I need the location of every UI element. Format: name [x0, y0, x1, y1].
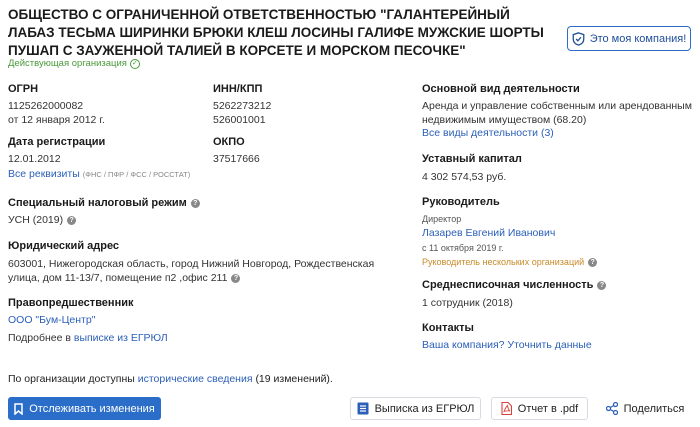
document-list-icon	[357, 402, 369, 415]
history-note: По организации доступны исторические све…	[8, 373, 333, 385]
main-activity-text: Аренда и управление собственным или арен…	[422, 99, 692, 127]
inn-kpp-label: ИНН/КПП	[213, 83, 263, 95]
pdf-icon	[501, 402, 512, 415]
my-company-label: Это моя компания!	[589, 32, 687, 45]
history-suffix: (19 изменений).	[255, 373, 333, 385]
info-icon[interactable]: ?	[190, 198, 200, 208]
share-label: Поделиться	[623, 402, 685, 415]
update-data-link[interactable]: Ваша компания? Уточнить данные	[422, 339, 592, 351]
predecessor-more: Подробнее в выписке из ЕГРЮЛ	[8, 331, 168, 345]
my-company-button[interactable]: Это моя компания!	[567, 26, 691, 51]
info-icon[interactable]: ?	[67, 215, 77, 225]
track-changes-label: Отслеживать изменения	[29, 402, 155, 415]
tax-regime-label-text: Специальный налоговый режим	[8, 197, 187, 209]
ogrn-value: 1125262000082	[8, 100, 84, 112]
capital-label: Уставный капитал	[422, 153, 522, 165]
employees-label: Среднесписочная численность?	[422, 279, 607, 291]
info-icon[interactable]: ?	[588, 258, 598, 268]
predecessor-more-prefix: Подробнее в	[8, 332, 71, 344]
head-name-link[interactable]: Лазарев Евгений Иванович	[422, 227, 555, 239]
egrul-extract-button[interactable]: Выписка из ЕГРЮЛ	[350, 397, 481, 420]
inn-value: 5262273212	[213, 100, 272, 112]
okpo-value: 37517666	[213, 153, 260, 165]
bookmark-icon	[14, 402, 23, 415]
ogrn-label: ОГРН	[8, 83, 39, 95]
legal-address-line2: улица, дом 11-13/7, помещение п2 ,офис 2…	[8, 271, 241, 285]
employees-label-text: Среднесписочная численность	[422, 279, 594, 291]
company-title: ОБЩЕСТВО С ОГРАНИЧЕННОЙ ОТВЕТСТВЕННОСТЬЮ…	[8, 7, 544, 58]
track-changes-button[interactable]: Отслеживать изменения	[8, 397, 161, 420]
all-requisites-link[interactable]: Все реквизиты (ФНС / ПФР / ФСС / РОССТАТ)	[8, 168, 190, 180]
all-activities-link[interactable]: Все виды деятельности (3)	[422, 127, 554, 139]
all-requisites-text[interactable]: Все реквизиты	[8, 168, 80, 180]
egrul-extract-link[interactable]: выписке из ЕГРЮЛ	[74, 332, 168, 344]
contacts-label: Контакты	[422, 322, 474, 334]
predecessor-label: Правопредшественник	[8, 297, 134, 309]
share-button[interactable]: Поделиться	[598, 397, 692, 420]
main-activity-label: Основной вид деятельности	[422, 83, 580, 95]
capital-value: 4 302 574,53 руб.	[422, 171, 507, 183]
registration-date: 12.01.2012	[8, 153, 61, 165]
legal-address-line1: 603001, Нижегородская область, город Ниж…	[8, 258, 375, 270]
legal-address-label: Юридический адрес	[8, 240, 120, 252]
check-circle-icon: ✓	[129, 58, 140, 69]
main-activity-code: (68.20)	[553, 114, 587, 126]
head-role: Директор	[422, 214, 462, 224]
status-label: Действующая организация	[8, 58, 127, 69]
head-note: Руководитель нескольких организаций?	[422, 257, 598, 268]
head-since: с 11 октября 2019 г.	[422, 243, 504, 253]
info-icon[interactable]: ?	[597, 280, 607, 290]
requisites-sources: (ФНС / ПФР / ФСС / РОССТАТ)	[82, 170, 191, 179]
egrul-extract-label: Выписка из ЕГРЮЛ	[374, 402, 475, 415]
predecessor-link[interactable]: ООО "Бум-Центр"	[8, 314, 95, 326]
shield-check-icon	[572, 31, 585, 46]
okpo-label: ОКПО	[213, 136, 245, 148]
registration-label: Дата регистрации	[8, 136, 106, 148]
pdf-report-label: Отчет в .pdf	[517, 402, 579, 415]
info-icon[interactable]: ?	[231, 273, 241, 283]
history-link[interactable]: исторические сведения	[138, 373, 253, 385]
share-icon	[605, 402, 618, 415]
employees-value: 1 сотрудник (2018)	[422, 297, 513, 309]
history-prefix: По организации доступны	[8, 373, 135, 385]
tax-regime-label: Специальный налоговый режим?	[8, 197, 200, 209]
head-note-text: Руководитель нескольких организаций	[422, 257, 585, 267]
legal-address-line2-text: улица, дом 11-13/7, помещение п2 ,офис 2…	[8, 272, 228, 284]
tax-regime-text: УСН (2019)	[8, 214, 64, 226]
ogrn-date: от 12 января 2012 г.	[8, 114, 105, 126]
status-badge: Действующая организация ✓	[8, 58, 140, 69]
tax-regime-value: УСН (2019)?	[8, 213, 77, 227]
head-label: Руководитель	[422, 196, 500, 208]
kpp-value: 526001001	[213, 114, 266, 126]
pdf-report-button[interactable]: Отчет в .pdf	[491, 397, 588, 420]
